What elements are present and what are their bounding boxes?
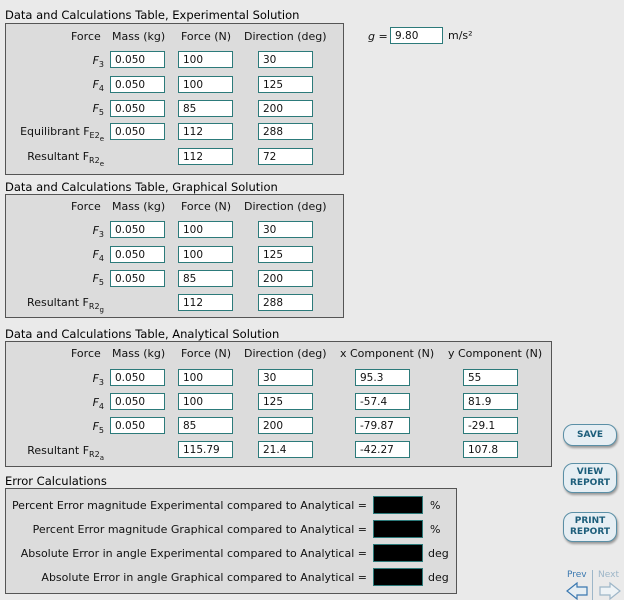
gra-header-force: Force [71, 200, 101, 213]
error-label: Percent Error magnitude Experimental com… [11, 499, 367, 512]
exp-f3-mass-input[interactable] [110, 51, 165, 68]
next-label: Next [598, 570, 619, 580]
gra-header-newtons: Force (N) [181, 200, 232, 213]
ana-header-mass: Mass (kg) [112, 347, 166, 360]
ana-header-newtons: Force (N) [181, 347, 232, 360]
prev-label: Prev [567, 570, 587, 580]
ana-f3-force-input[interactable] [178, 369, 233, 386]
exp-row-label: Equilibrant FE2e [20, 125, 104, 143]
ana-row-label: F5 [92, 420, 104, 435]
gra-row-label: F3 [92, 224, 104, 239]
ana-f5-mass-input[interactable] [110, 417, 165, 434]
ana-resultant-x-input[interactable] [355, 441, 410, 458]
exp-f3-force-input[interactable] [178, 51, 233, 68]
ana-f4-y-input[interactable] [463, 393, 518, 410]
gra-f3-direction-input[interactable] [258, 221, 313, 238]
ana-resultant-direction-input[interactable] [258, 441, 313, 458]
ana-f4-mass-input[interactable] [110, 393, 165, 410]
exp-f5-direction-input[interactable] [258, 100, 313, 117]
exp-header-mass: Mass (kg) [112, 30, 166, 43]
error-unit: % [430, 523, 441, 536]
gravity-unit: m/s² [448, 29, 473, 42]
exp-header-direction: Direction (deg) [244, 30, 327, 43]
ana-header-direction: Direction (deg) [244, 347, 327, 360]
ana-header-force: Force [71, 347, 101, 360]
gra-resultant-direction-input[interactable] [258, 294, 313, 311]
errors-section-title: Error Calculations [5, 474, 107, 488]
gra-resultant-force-input[interactable] [178, 294, 233, 311]
gra-f4-mass-input[interactable] [110, 246, 165, 263]
error-label: Percent Error magnitude Graphical compar… [32, 523, 367, 536]
exp-row-label: F5 [92, 102, 104, 117]
ana-f4-direction-input[interactable] [258, 393, 313, 410]
exp-f4-force-input[interactable] [178, 76, 233, 93]
gra-f5-mass-input[interactable] [110, 270, 165, 287]
exp-resultant-force-input[interactable] [178, 148, 233, 165]
gra-f5-force-input[interactable] [178, 270, 233, 287]
exp-row-label: F3 [92, 54, 104, 69]
error-unit: % [430, 499, 441, 512]
exp-f5-mass-input[interactable] [110, 100, 165, 117]
next-arrow-icon [599, 582, 621, 600]
ana-row-label: Resultant FR2a [27, 444, 104, 462]
exp-f5-force-input[interactable] [178, 100, 233, 117]
angle-error-graph-field[interactable] [373, 568, 423, 586]
ana-resultant-y-input[interactable] [463, 441, 518, 458]
ana-header-x: x Component (N) [340, 347, 435, 360]
error-unit: deg [428, 571, 449, 584]
exp-equilibrant-mass-input[interactable] [110, 123, 165, 140]
ana-f4-force-input[interactable] [178, 393, 233, 410]
gravity-input[interactable] [390, 27, 443, 44]
gra-f4-direction-input[interactable] [258, 246, 313, 263]
percent-error-exp-field[interactable] [373, 496, 423, 514]
graphical-section-title: Data and Calculations Table, Graphical S… [5, 180, 278, 194]
exp-header-newtons: Force (N) [181, 30, 232, 43]
ana-f5-direction-input[interactable] [258, 417, 313, 434]
ana-f4-x-input[interactable] [355, 393, 410, 410]
gra-row-label: Resultant FR2g [27, 296, 104, 314]
view-report-button[interactable]: VIEW REPORT [563, 463, 617, 493]
ana-f5-y-input[interactable] [463, 417, 518, 434]
nav-divider [592, 570, 593, 600]
gra-f4-force-input[interactable] [178, 246, 233, 263]
ana-f5-force-input[interactable] [178, 417, 233, 434]
exp-f4-mass-input[interactable] [110, 76, 165, 93]
angle-error-exp-field[interactable] [373, 544, 423, 562]
ana-f3-direction-input[interactable] [258, 369, 313, 386]
exp-header-force: Force [71, 30, 101, 43]
ana-f3-mass-input[interactable] [110, 369, 165, 386]
ana-f3-x-input[interactable] [355, 369, 410, 386]
error-label: Absolute Error in angle Graphical compar… [41, 571, 367, 584]
gravity-label: g = [368, 30, 388, 43]
ana-row-label: F4 [92, 396, 104, 411]
exp-equilibrant-force-input[interactable] [178, 123, 233, 140]
gra-f3-mass-input[interactable] [110, 221, 165, 238]
exp-resultant-direction-input[interactable] [258, 148, 313, 165]
percent-error-graph-field[interactable] [373, 520, 423, 538]
ana-f3-y-input[interactable] [463, 369, 518, 386]
gra-header-mass: Mass (kg) [112, 200, 166, 213]
save-button[interactable]: SAVE [563, 424, 617, 446]
prev-arrow-icon[interactable] [565, 582, 589, 600]
exp-row-label: F4 [92, 78, 104, 93]
error-unit: deg [428, 547, 449, 560]
exp-row-label: Resultant FR2e [27, 150, 104, 168]
gra-header-direction: Direction (deg) [244, 200, 327, 213]
print-report-button[interactable]: PRINT REPORT [563, 512, 617, 542]
exp-f4-direction-input[interactable] [258, 76, 313, 93]
analytical-section-title: Data and Calculations Table, Analytical … [5, 327, 280, 341]
gra-row-label: F5 [92, 272, 104, 287]
ana-f5-x-input[interactable] [355, 417, 410, 434]
ana-row-label: F3 [92, 372, 104, 387]
gra-f3-force-input[interactable] [178, 221, 233, 238]
gra-row-label: F4 [92, 248, 104, 263]
gra-f5-direction-input[interactable] [258, 270, 313, 287]
exp-f3-direction-input[interactable] [258, 51, 313, 68]
experimental-section-title: Data and Calculations Table, Experimenta… [5, 8, 300, 22]
ana-header-y: y Component (N) [448, 347, 543, 360]
exp-equilibrant-direction-input[interactable] [258, 123, 313, 140]
ana-resultant-force-input[interactable] [178, 441, 233, 458]
error-label: Absolute Error in angle Experimental com… [20, 547, 367, 560]
